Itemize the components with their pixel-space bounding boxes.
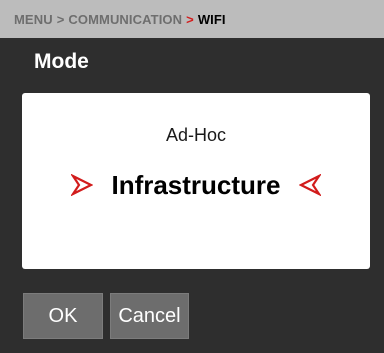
cancel-button[interactable]: Cancel bbox=[110, 293, 189, 339]
breadcrumb-separator-active: > bbox=[186, 11, 194, 27]
breadcrumb-separator: > bbox=[56, 11, 65, 27]
breadcrumb-item-communication[interactable]: COMMUNICATION bbox=[68, 12, 182, 27]
option-ad-hoc[interactable]: Ad-Hoc bbox=[22, 125, 370, 146]
breadcrumb-item-wifi: WIFI bbox=[197, 11, 226, 27]
breadcrumb: MENU > COMMUNICATION > WIFI bbox=[0, 0, 384, 38]
selected-option-row[interactable]: Infrastructure bbox=[22, 165, 370, 205]
selector-arrow-left-icon bbox=[298, 174, 321, 196]
ok-button[interactable]: OK bbox=[23, 293, 103, 339]
mode-selector-panel[interactable]: Ad-Hoc Infrastructure bbox=[22, 93, 370, 269]
breadcrumb-item-menu[interactable]: MENU bbox=[14, 12, 53, 27]
page-title: Mode bbox=[34, 50, 89, 73]
selector-arrow-right-icon bbox=[71, 174, 94, 196]
option-infrastructure[interactable]: Infrastructure bbox=[111, 170, 280, 201]
